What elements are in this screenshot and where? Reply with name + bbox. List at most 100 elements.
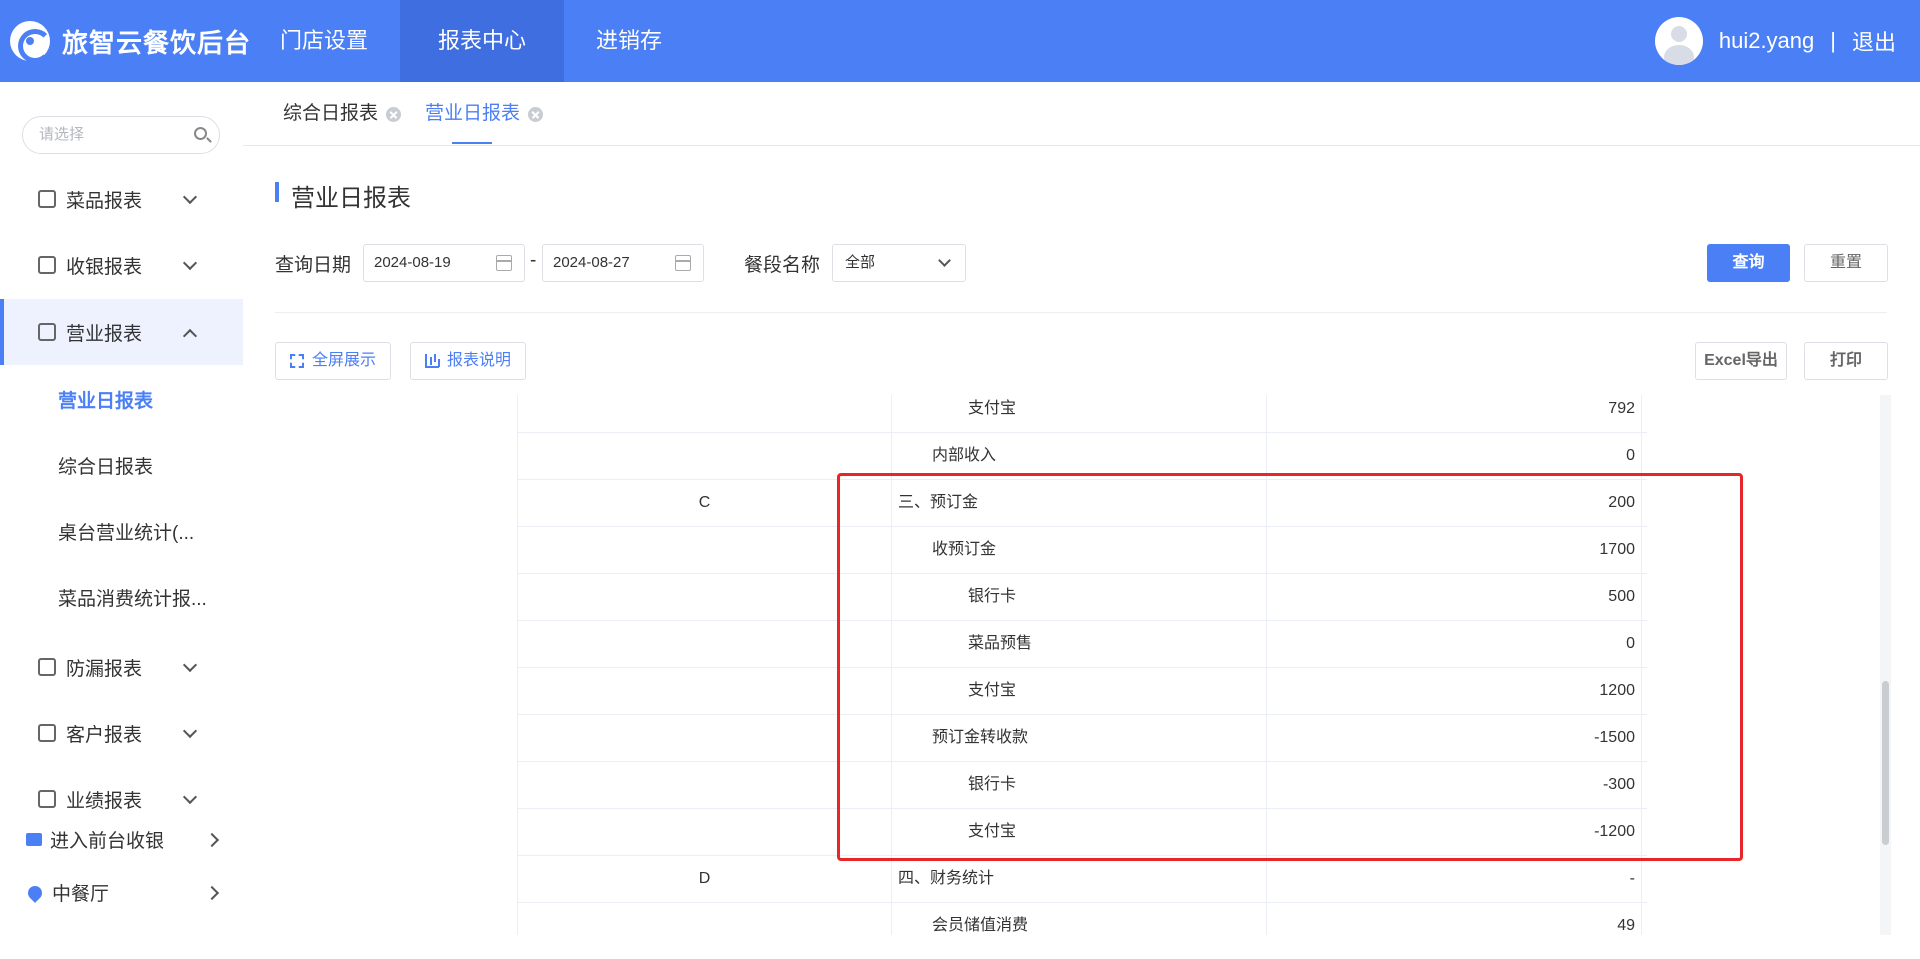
- cell-value: 792: [1267, 395, 1642, 433]
- chevron-down-icon: [182, 255, 198, 271]
- sidebar-item-dish-report[interactable]: 菜品报表: [0, 166, 243, 232]
- scrollbar-thumb[interactable]: [1882, 681, 1889, 845]
- end-date-input[interactable]: 2024-08-27: [542, 244, 704, 282]
- search-icon[interactable]: [194, 127, 207, 140]
- user-name[interactable]: hui2.yang: [1719, 28, 1814, 54]
- cell-item-name: 预订金转收款: [892, 715, 1267, 762]
- table-row: 预订金转收款 -1500: [517, 715, 1647, 762]
- date-separator: -: [530, 250, 537, 271]
- sidebar-search-input[interactable]: 请选择: [22, 116, 220, 154]
- store-selector[interactable]: 中餐厅: [25, 879, 221, 906]
- table-row: 银行卡 -300: [517, 762, 1647, 809]
- table-row: 内部收入 0: [517, 433, 1647, 480]
- cell-code: [517, 715, 892, 762]
- calendar-icon: [496, 255, 512, 271]
- sidebar-subitem-daily-business[interactable]: 营业日报表: [58, 369, 153, 435]
- nav-store-settings[interactable]: 门店设置: [248, 0, 400, 82]
- cell-item-name: 三、预订金: [892, 480, 1267, 527]
- cell-item-name: 菜品预售: [892, 621, 1267, 668]
- end-date-value: 2024-08-27: [553, 254, 630, 271]
- excel-export-button[interactable]: Excel导出: [1695, 342, 1787, 380]
- location-pin-icon: [25, 882, 45, 903]
- enter-front-cashier[interactable]: 进入前台收银: [26, 826, 221, 853]
- performance-icon: [38, 790, 56, 808]
- scroll-track[interactable]: [1880, 395, 1891, 935]
- fullscreen-icon: [290, 354, 304, 368]
- monitor-icon: [26, 833, 42, 846]
- report-table: 支付宝 792 内部收入 0 C 三、预订金 200 收预订金 1700 银行卡 500 菜品预售 0 支…: [273, 395, 1647, 935]
- chevron-up-icon: [182, 328, 198, 344]
- meal-select[interactable]: 全部: [832, 244, 966, 282]
- table-row: D 四、财务统计 -: [517, 856, 1647, 903]
- cell-value: 500: [1267, 574, 1642, 621]
- cell-value: 49: [1267, 903, 1642, 935]
- chevron-down-icon: [182, 723, 198, 739]
- tab-daily-business[interactable]: 营业日报表: [425, 82, 544, 146]
- calendar-icon: [675, 255, 691, 271]
- nav-inventory[interactable]: 进销存: [564, 0, 694, 82]
- top-navbar: 旅智云餐饮后台 门店设置 报表中心 进销存 hui2.yang | 退出: [0, 0, 1920, 82]
- bar-chart-icon: [425, 354, 439, 368]
- cell-code: C: [517, 480, 892, 527]
- app-logo[interactable]: 旅智云餐饮后台: [10, 20, 251, 63]
- logout-link[interactable]: 退出: [1852, 25, 1896, 57]
- sidebar-item-label: 防漏报表: [66, 658, 143, 680]
- sidebar-item-label: 营业报表: [66, 323, 143, 345]
- fullscreen-button[interactable]: 全屏展示: [275, 342, 392, 380]
- sidebar-subitem-daily-summary[interactable]: 综合日报表: [58, 435, 153, 501]
- sidebar-subitem-table-stats[interactable]: 桌台营业统计(...: [58, 501, 194, 567]
- meal-select-value: 全部: [845, 254, 876, 271]
- bottom-item-label: 进入前台收银: [50, 831, 165, 852]
- query-button[interactable]: 查询: [1707, 244, 1790, 282]
- table-row: 银行卡 500: [517, 574, 1647, 621]
- avatar[interactable]: [1654, 17, 1703, 65]
- search-placeholder: 请选择: [39, 126, 85, 143]
- chevron-right-icon: [204, 885, 220, 900]
- cell-value: 0: [1267, 621, 1642, 668]
- cashier-icon: [38, 256, 56, 274]
- cell-code: [517, 809, 892, 856]
- cell-code: [517, 395, 892, 433]
- nav-report-center[interactable]: 报表中心: [400, 0, 565, 82]
- cell-item-name: 会员储值消费: [892, 903, 1267, 935]
- chevron-right-icon: [204, 832, 220, 847]
- page-title: 营业日报表: [291, 185, 411, 212]
- cell-item-name: 银行卡: [892, 574, 1267, 621]
- sidebar-item-label: 收银报表: [66, 256, 143, 278]
- sidebar-item-cashier-report[interactable]: 收银报表: [0, 232, 243, 298]
- customer-icon: [38, 724, 56, 742]
- cell-code: [517, 527, 892, 574]
- cell-value: 1700: [1267, 527, 1642, 574]
- title-accent-bar: [275, 182, 279, 202]
- sidebar-item-business-report[interactable]: 营业报表: [0, 299, 243, 365]
- cell-value: 0: [1267, 433, 1642, 480]
- table-row: 菜品预售 0: [517, 621, 1647, 668]
- main-nav: 门店设置 报表中心 进销存: [248, 0, 694, 82]
- table-row: 支付宝 792: [517, 395, 1647, 433]
- chevron-down-icon: [938, 254, 951, 267]
- sidebar-subitem-dish-consumption[interactable]: 菜品消费统计报...: [58, 567, 207, 633]
- bottom-item-label: 中餐厅: [52, 884, 110, 905]
- report-explain-button[interactable]: 报表说明: [410, 342, 527, 380]
- chevron-down-icon: [182, 789, 198, 805]
- fullscreen-label: 全屏展示: [312, 352, 377, 369]
- sidebar-item-customer-report[interactable]: 客户报表: [0, 700, 243, 766]
- cell-value: -300: [1267, 762, 1642, 809]
- cell-item-name: 收预订金: [892, 527, 1267, 574]
- cell-item-name: 内部收入: [892, 433, 1267, 480]
- sidebar-item-performance-report[interactable]: 业绩报表: [0, 766, 243, 832]
- start-date-input[interactable]: 2024-08-19: [363, 244, 525, 282]
- close-icon[interactable]: [528, 106, 544, 122]
- chevron-down-icon: [182, 657, 198, 673]
- tab-daily-summary[interactable]: 综合日报表: [283, 82, 402, 146]
- sidebar-item-leak-report[interactable]: 防漏报表: [0, 634, 243, 700]
- chart-icon: [38, 190, 56, 208]
- cell-item-name: 支付宝: [892, 809, 1267, 856]
- reset-button[interactable]: 重置: [1804, 244, 1888, 282]
- close-icon[interactable]: [386, 106, 402, 122]
- print-button[interactable]: 打印: [1804, 342, 1888, 380]
- logo-icon: [10, 21, 52, 63]
- shield-icon: [38, 658, 56, 676]
- sidebar: 请选择 菜品报表 收银报表 营业报表 营业日报表 综合日报表 桌台营业统计(..…: [0, 82, 243, 959]
- cell-item-name: 支付宝: [892, 395, 1267, 433]
